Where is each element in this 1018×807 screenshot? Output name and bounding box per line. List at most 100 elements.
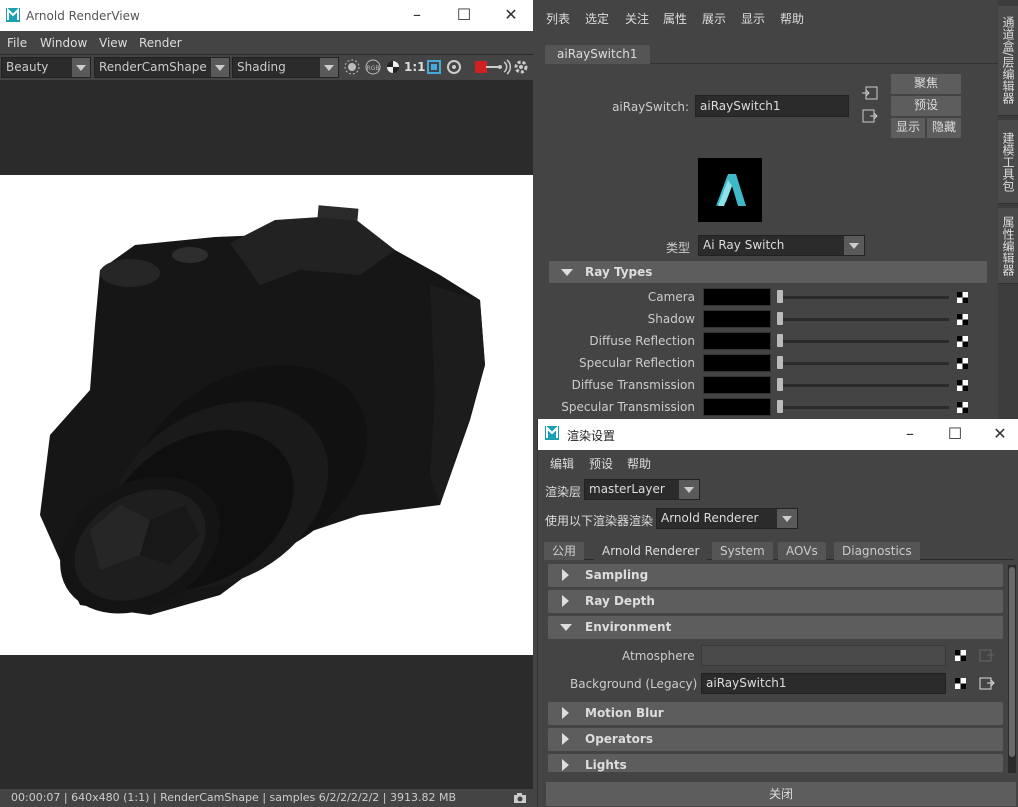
focus-input-icon[interactable] (862, 86, 878, 100)
background-legacy-field[interactable]: aiRaySwitch1 (701, 673, 946, 694)
map-checker-icon[interactable] (957, 358, 968, 369)
snapshot-camera-icon[interactable] (513, 792, 527, 804)
expand-triangle-icon (562, 595, 569, 607)
ray-row-shadow: Shadow (533, 308, 998, 330)
tab-airayswitch1[interactable]: aiRaySwitch1 (545, 45, 650, 64)
ray-row-specular-transmission: Specular Transmission (533, 396, 998, 418)
menu-attributes[interactable]: 属性 (663, 10, 687, 27)
diffuse-reflection-slider[interactable] (777, 334, 783, 347)
tab-aovs[interactable]: AOVs (778, 542, 826, 560)
tab-common[interactable]: 公用 (544, 542, 585, 560)
ray-types-section-header[interactable]: Ray Types (549, 261, 987, 283)
refresh-icon[interactable] (446, 59, 462, 75)
close-button[interactable]: 关闭 (546, 782, 1016, 806)
shadow-color-swatch[interactable] (703, 310, 771, 328)
diffuse-transmission-color-swatch[interactable] (703, 376, 771, 394)
maximize-icon[interactable]: ☐ (944, 424, 966, 446)
background-legacy-label: Background (Legacy) (570, 677, 698, 691)
shadow-slider[interactable] (777, 312, 783, 325)
focus-button[interactable]: 聚焦 (891, 74, 961, 94)
node-name-label: aiRaySwitch: (612, 100, 689, 114)
tab-attribute-editor[interactable]: 属性编辑器 (998, 208, 1018, 284)
camera-slider[interactable] (777, 290, 783, 303)
specular-transmission-color-swatch[interactable] (703, 398, 771, 416)
hide-button[interactable]: 隐藏 (927, 118, 961, 138)
minimize-icon[interactable]: – (406, 5, 428, 27)
ipr-icon[interactable] (496, 59, 512, 75)
menu-file[interactable]: File (7, 36, 27, 50)
menu-help[interactable]: 帮助 (627, 455, 651, 472)
map-checker-icon[interactable] (957, 336, 968, 347)
ray-row-camera: Camera (533, 286, 998, 308)
menu-render[interactable]: Render (139, 36, 182, 50)
settings-gear-icon[interactable] (513, 59, 529, 75)
map-checker-icon[interactable] (957, 380, 968, 391)
render-settings-scrollbar[interactable] (1008, 565, 1016, 773)
exposure-icon[interactable] (344, 59, 360, 75)
menu-show[interactable]: 展示 (702, 10, 726, 27)
menu-view[interactable]: View (99, 36, 127, 50)
render-image-canvas[interactable] (0, 175, 533, 655)
tab-modeling-toolkit[interactable]: 建模工具包 (998, 120, 1018, 204)
render-layer-label: 渲染层 (545, 485, 582, 499)
map-checker-icon[interactable] (957, 292, 968, 303)
maya-logo-icon (6, 8, 20, 22)
camera-render-image (40, 205, 485, 615)
menu-list[interactable]: 列表 (546, 10, 570, 27)
sampling-section-header[interactable]: Sampling (548, 564, 1003, 587)
menu-presets[interactable]: 预设 (589, 455, 613, 472)
menu-window[interactable]: Window (40, 36, 87, 50)
map-checker-icon[interactable] (957, 314, 968, 325)
diffuse-reflection-color-swatch[interactable] (703, 332, 771, 350)
camera-color-swatch[interactable] (703, 288, 771, 306)
maximize-icon[interactable]: ☐ (453, 5, 475, 27)
renderview-title: Arnold RenderView (26, 9, 140, 23)
menu-display[interactable]: 显示 (741, 10, 765, 27)
aov-dropdown[interactable]: Beauty (1, 57, 91, 78)
map-checker-icon[interactable] (955, 650, 966, 661)
type-dropdown[interactable]: Ai Ray Switch (698, 235, 865, 256)
tab-channel-box[interactable]: 通道盒/层编辑器 (998, 6, 1018, 116)
motion-blur-section-header[interactable]: Motion Blur (548, 702, 1003, 725)
close-icon[interactable]: ✕ (989, 424, 1011, 446)
tab-diagnostics[interactable]: Diagnostics (834, 542, 920, 560)
svg-text:RGB: RGB (367, 65, 380, 72)
rgb-channel-icon[interactable]: RGB (365, 59, 381, 75)
focus-output-icon[interactable] (862, 109, 878, 123)
atmosphere-field[interactable] (701, 645, 946, 666)
shading-dropdown[interactable]: Shading (232, 57, 339, 78)
camera-dropdown[interactable]: RenderCamShape (94, 57, 230, 78)
ray-depth-section-header[interactable]: Ray Depth (548, 590, 1003, 613)
renderer-label: 使用以下渲染器渲染 (545, 514, 654, 528)
renderer-dropdown[interactable]: Arnold Renderer (656, 508, 798, 529)
connection-output-icon[interactable] (979, 677, 995, 690)
ratio-label[interactable]: 1:1 (404, 60, 426, 74)
connection-output-icon (979, 649, 994, 662)
node-name-field[interactable]: aiRaySwitch1 (695, 95, 849, 117)
menu-help[interactable]: 帮助 (780, 10, 804, 27)
expand-triangle-icon (562, 759, 569, 771)
close-icon[interactable]: ✕ (500, 5, 522, 27)
operators-section-header[interactable]: Operators (548, 728, 1003, 751)
map-checker-icon[interactable] (955, 678, 966, 689)
render-layer-dropdown[interactable]: masterLayer (584, 479, 700, 500)
map-checker-icon[interactable] (957, 402, 968, 413)
menu-selected[interactable]: 选定 (585, 10, 609, 27)
minimize-icon[interactable]: – (899, 424, 921, 446)
ray-row-diffuse-transmission: Diffuse Transmission (533, 374, 998, 396)
show-button[interactable]: 显示 (891, 118, 925, 138)
specular-reflection-slider[interactable] (777, 356, 783, 369)
tab-arnold-renderer[interactable]: Arnold Renderer (594, 542, 708, 560)
presets-button[interactable]: 预设 (891, 96, 961, 116)
tab-system[interactable]: System (712, 542, 773, 560)
crop-region-icon[interactable] (426, 59, 442, 75)
specular-transmission-slider[interactable] (777, 400, 783, 413)
environment-section-header[interactable]: Environment (548, 616, 1003, 639)
menu-focus[interactable]: 关注 (625, 10, 649, 27)
chevron-down-icon (679, 480, 699, 499)
lights-section-header[interactable]: Lights (548, 754, 1003, 772)
menu-edit[interactable]: 编辑 (550, 455, 574, 472)
specular-reflection-color-swatch[interactable] (703, 354, 771, 372)
diffuse-transmission-slider[interactable] (777, 378, 783, 391)
pie-chart-icon[interactable] (385, 59, 401, 75)
